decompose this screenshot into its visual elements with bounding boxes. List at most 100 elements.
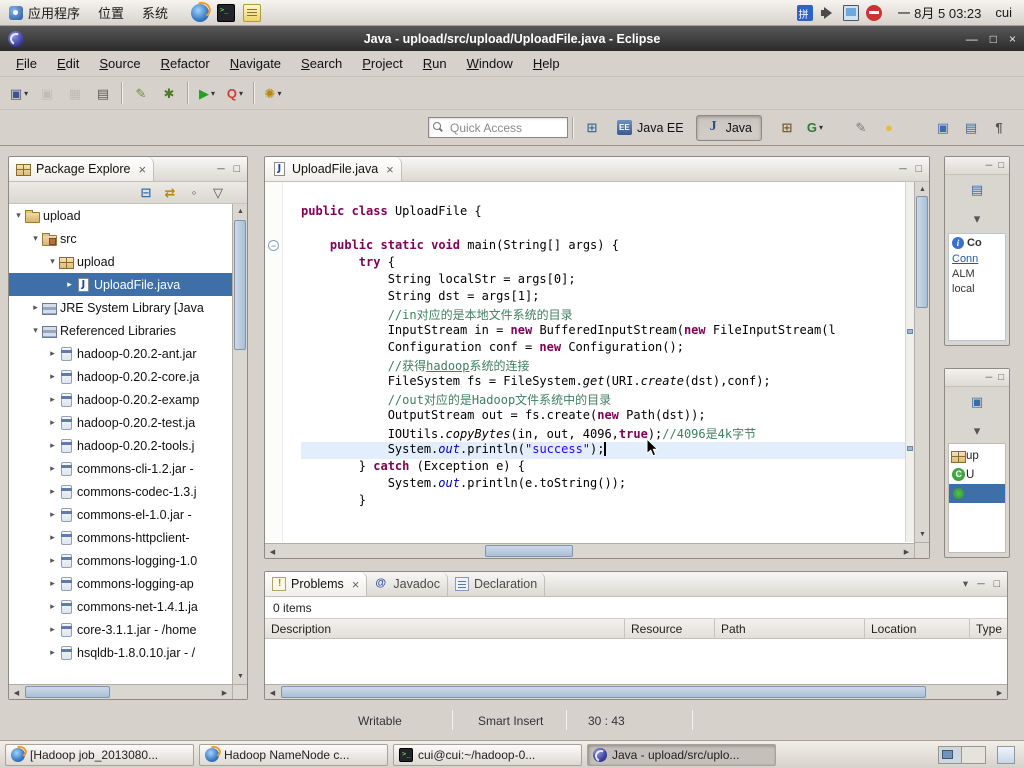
dropdown-arrow-icon[interactable]: ▾: [24, 89, 28, 98]
taskbar-window-2[interactable]: Hadoop NameNode c...: [199, 744, 388, 766]
close-icon[interactable]: ×: [1009, 32, 1016, 46]
code-line-18[interactable]: }: [301, 493, 905, 510]
code-line-2[interactable]: [301, 221, 905, 238]
computer-icon[interactable]: [843, 5, 859, 21]
tree-item-hsqldb-1-8-0-10-jar[interactable]: ▸hsqldb-1.8.0.10.jar - /: [9, 641, 232, 664]
scroll-up-icon[interactable]: ▲: [233, 204, 248, 219]
new-java-project-icon[interactable]: ⊞: [774, 116, 800, 140]
scroll-right-icon[interactable]: ▶: [217, 685, 232, 700]
open-perspective-icon[interactable]: ⊞: [579, 116, 605, 140]
link-with-editor-icon[interactable]: ⇄: [161, 184, 179, 202]
generate-icon[interactable]: G▾: [802, 116, 828, 140]
quick-access[interactable]: [428, 117, 568, 138]
minimize-view-icon[interactable]: ─: [977, 578, 984, 590]
debug-icon[interactable]: ✱: [156, 81, 182, 105]
code-line-4[interactable]: try {: [301, 255, 905, 272]
menu-window[interactable]: Window: [457, 53, 523, 74]
vertical-scrollbar[interactable]: ▲ ▼: [232, 204, 247, 684]
tree-item-commons-httpclient[interactable]: ▸commons-httpclient-: [9, 526, 232, 549]
print-icon[interactable]: ▤: [90, 81, 116, 105]
menu-search[interactable]: Search: [291, 53, 352, 74]
menu-navigate[interactable]: Navigate: [220, 53, 291, 74]
tree-item-commons-codec-1-3-j[interactable]: ▸commons-codec-1.3.j: [9, 480, 232, 503]
menu-edit[interactable]: Edit: [47, 53, 89, 74]
scrollbar-thumb[interactable]: [25, 686, 110, 698]
close-icon[interactable]: ×: [139, 163, 147, 176]
expand-collapsed-icon[interactable]: ▸: [46, 555, 59, 566]
tree-item-upload[interactable]: ▾upload: [9, 204, 232, 227]
expand-collapsed-icon[interactable]: ▸: [46, 647, 59, 658]
view-menu-icon[interactable]: ▽: [209, 184, 227, 202]
outline-icon[interactable]: ▣: [964, 389, 990, 413]
scroll-left-icon[interactable]: ◀: [265, 544, 280, 559]
tree-item-hadoop-0-20-2-test-ja[interactable]: ▸hadoop-0.20.2-test.ja: [9, 411, 232, 434]
show-desktop-icon[interactable]: [997, 746, 1015, 764]
menu-file[interactable]: File: [6, 53, 47, 74]
console-icon[interactable]: ▣: [930, 116, 956, 140]
user-switcher[interactable]: cui: [989, 5, 1024, 20]
task-list-icon[interactable]: ▤: [964, 177, 990, 201]
tasks-icon[interactable]: ▤: [958, 116, 984, 140]
maximize-view-icon[interactable]: □: [994, 578, 1000, 590]
column-header-description[interactable]: Description: [265, 619, 625, 638]
dropdown-arrow-icon[interactable]: ▾: [239, 89, 243, 98]
expand-collapsed-icon[interactable]: ▸: [46, 371, 59, 382]
perspective-java[interactable]: Java: [696, 115, 762, 141]
tree-item-hadoop-0-20-2-core-ja[interactable]: ▸hadoop-0.20.2-core.ja: [9, 365, 232, 388]
menu-help[interactable]: Help: [523, 53, 570, 74]
occurrence-mark[interactable]: [907, 446, 913, 451]
view-menu-icon[interactable]: ▾: [963, 578, 968, 590]
close-icon[interactable]: ×: [386, 163, 394, 176]
search-icon[interactable]: ✺▾: [260, 81, 286, 105]
clock[interactable]: 一 8月 5 03:23: [890, 3, 990, 22]
tree-item-referenced-libraries[interactable]: ▾Referenced Libraries: [9, 319, 232, 342]
tree-item-commons-logging-ap[interactable]: ▸commons-logging-ap: [9, 572, 232, 595]
volume-icon[interactable]: [820, 5, 836, 21]
scroll-up-icon[interactable]: ▲: [915, 182, 930, 197]
outline-item-selected[interactable]: [949, 484, 1005, 503]
code-line-9[interactable]: Configuration conf = new Configuration()…: [301, 340, 905, 357]
code-line-16[interactable]: } catch (Exception e) {: [301, 459, 905, 476]
tree-item-commons-el-1-0-jar[interactable]: ▸commons-el-1.0.jar -: [9, 503, 232, 526]
scroll-left-icon[interactable]: ◀: [9, 685, 24, 700]
tree-item-hadoop-0-20-2-tools-j[interactable]: ▸hadoop-0.20.2-tools.j: [9, 434, 232, 457]
scroll-down-icon[interactable]: ▼: [233, 669, 248, 684]
close-icon[interactable]: ×: [352, 578, 360, 591]
taskbar-window-1[interactable]: [Hadoop job_2013080...: [5, 744, 194, 766]
maximize-view-icon[interactable]: □: [234, 163, 240, 175]
tree-item-commons-net-1-4-1-ja[interactable]: ▸commons-net-1.4.1.ja: [9, 595, 232, 618]
run-icon[interactable]: ▶▾: [194, 81, 220, 105]
scroll-down-icon[interactable]: ▼: [915, 527, 930, 542]
scroll-right-icon[interactable]: ▶: [899, 544, 914, 559]
tab-package-explorer[interactable]: Package Explore ×: [9, 157, 154, 181]
package-explorer-tree[interactable]: ▾upload▾src▾upload▸UploadFile.java▸JRE S…: [9, 204, 232, 684]
problems-table-body[interactable]: [265, 639, 1007, 684]
horizontal-scrollbar[interactable]: ◀ ▶: [9, 684, 232, 699]
window-titlebar[interactable]: Java - upload/src/upload/UploadFile.java…: [0, 26, 1024, 51]
expand-expanded-icon[interactable]: ▾: [29, 325, 42, 336]
updates-icon[interactable]: [866, 5, 882, 21]
expand-expanded-icon[interactable]: ▾: [46, 256, 59, 267]
external-tools-icon[interactable]: Q▾: [222, 81, 248, 105]
expand-collapsed-icon[interactable]: ▸: [46, 578, 59, 589]
maximize-view-icon[interactable]: □: [916, 163, 922, 175]
desktop-menu-applications[interactable]: 应用程序: [0, 0, 89, 25]
tree-item-uploadfile-java[interactable]: ▸UploadFile.java: [9, 273, 232, 296]
show-whitespace-icon[interactable]: ¶: [986, 116, 1012, 140]
expand-collapsed-icon[interactable]: ▸: [63, 279, 76, 290]
tree-item-core-3-1-1-jar-home[interactable]: ▸core-3.1.1.jar - /home: [9, 618, 232, 641]
scrollbar-thumb[interactable]: [281, 686, 926, 698]
expand-collapsed-icon[interactable]: ▸: [29, 302, 42, 313]
code-line-15[interactable]: System.out.println("success");: [301, 442, 905, 459]
chevron-down-icon[interactable]: ▾: [964, 418, 990, 442]
tab-uploadfile-java[interactable]: UploadFile.java ×: [265, 157, 402, 181]
build-automatically-icon[interactable]: ●: [876, 116, 902, 140]
taskbar-window-3[interactable]: cui@cui:~/hadoop-0...: [393, 744, 582, 766]
expand-collapsed-icon[interactable]: ▸: [46, 348, 59, 359]
outline-list[interactable]: upU: [948, 443, 1006, 553]
expand-collapsed-icon[interactable]: ▸: [46, 486, 59, 497]
occurrence-mark[interactable]: [907, 329, 913, 334]
desktop-menu-system[interactable]: 系统: [133, 0, 177, 25]
minimize-view-icon[interactable]: ─: [986, 160, 993, 171]
expand-collapsed-icon[interactable]: ▸: [46, 394, 59, 405]
